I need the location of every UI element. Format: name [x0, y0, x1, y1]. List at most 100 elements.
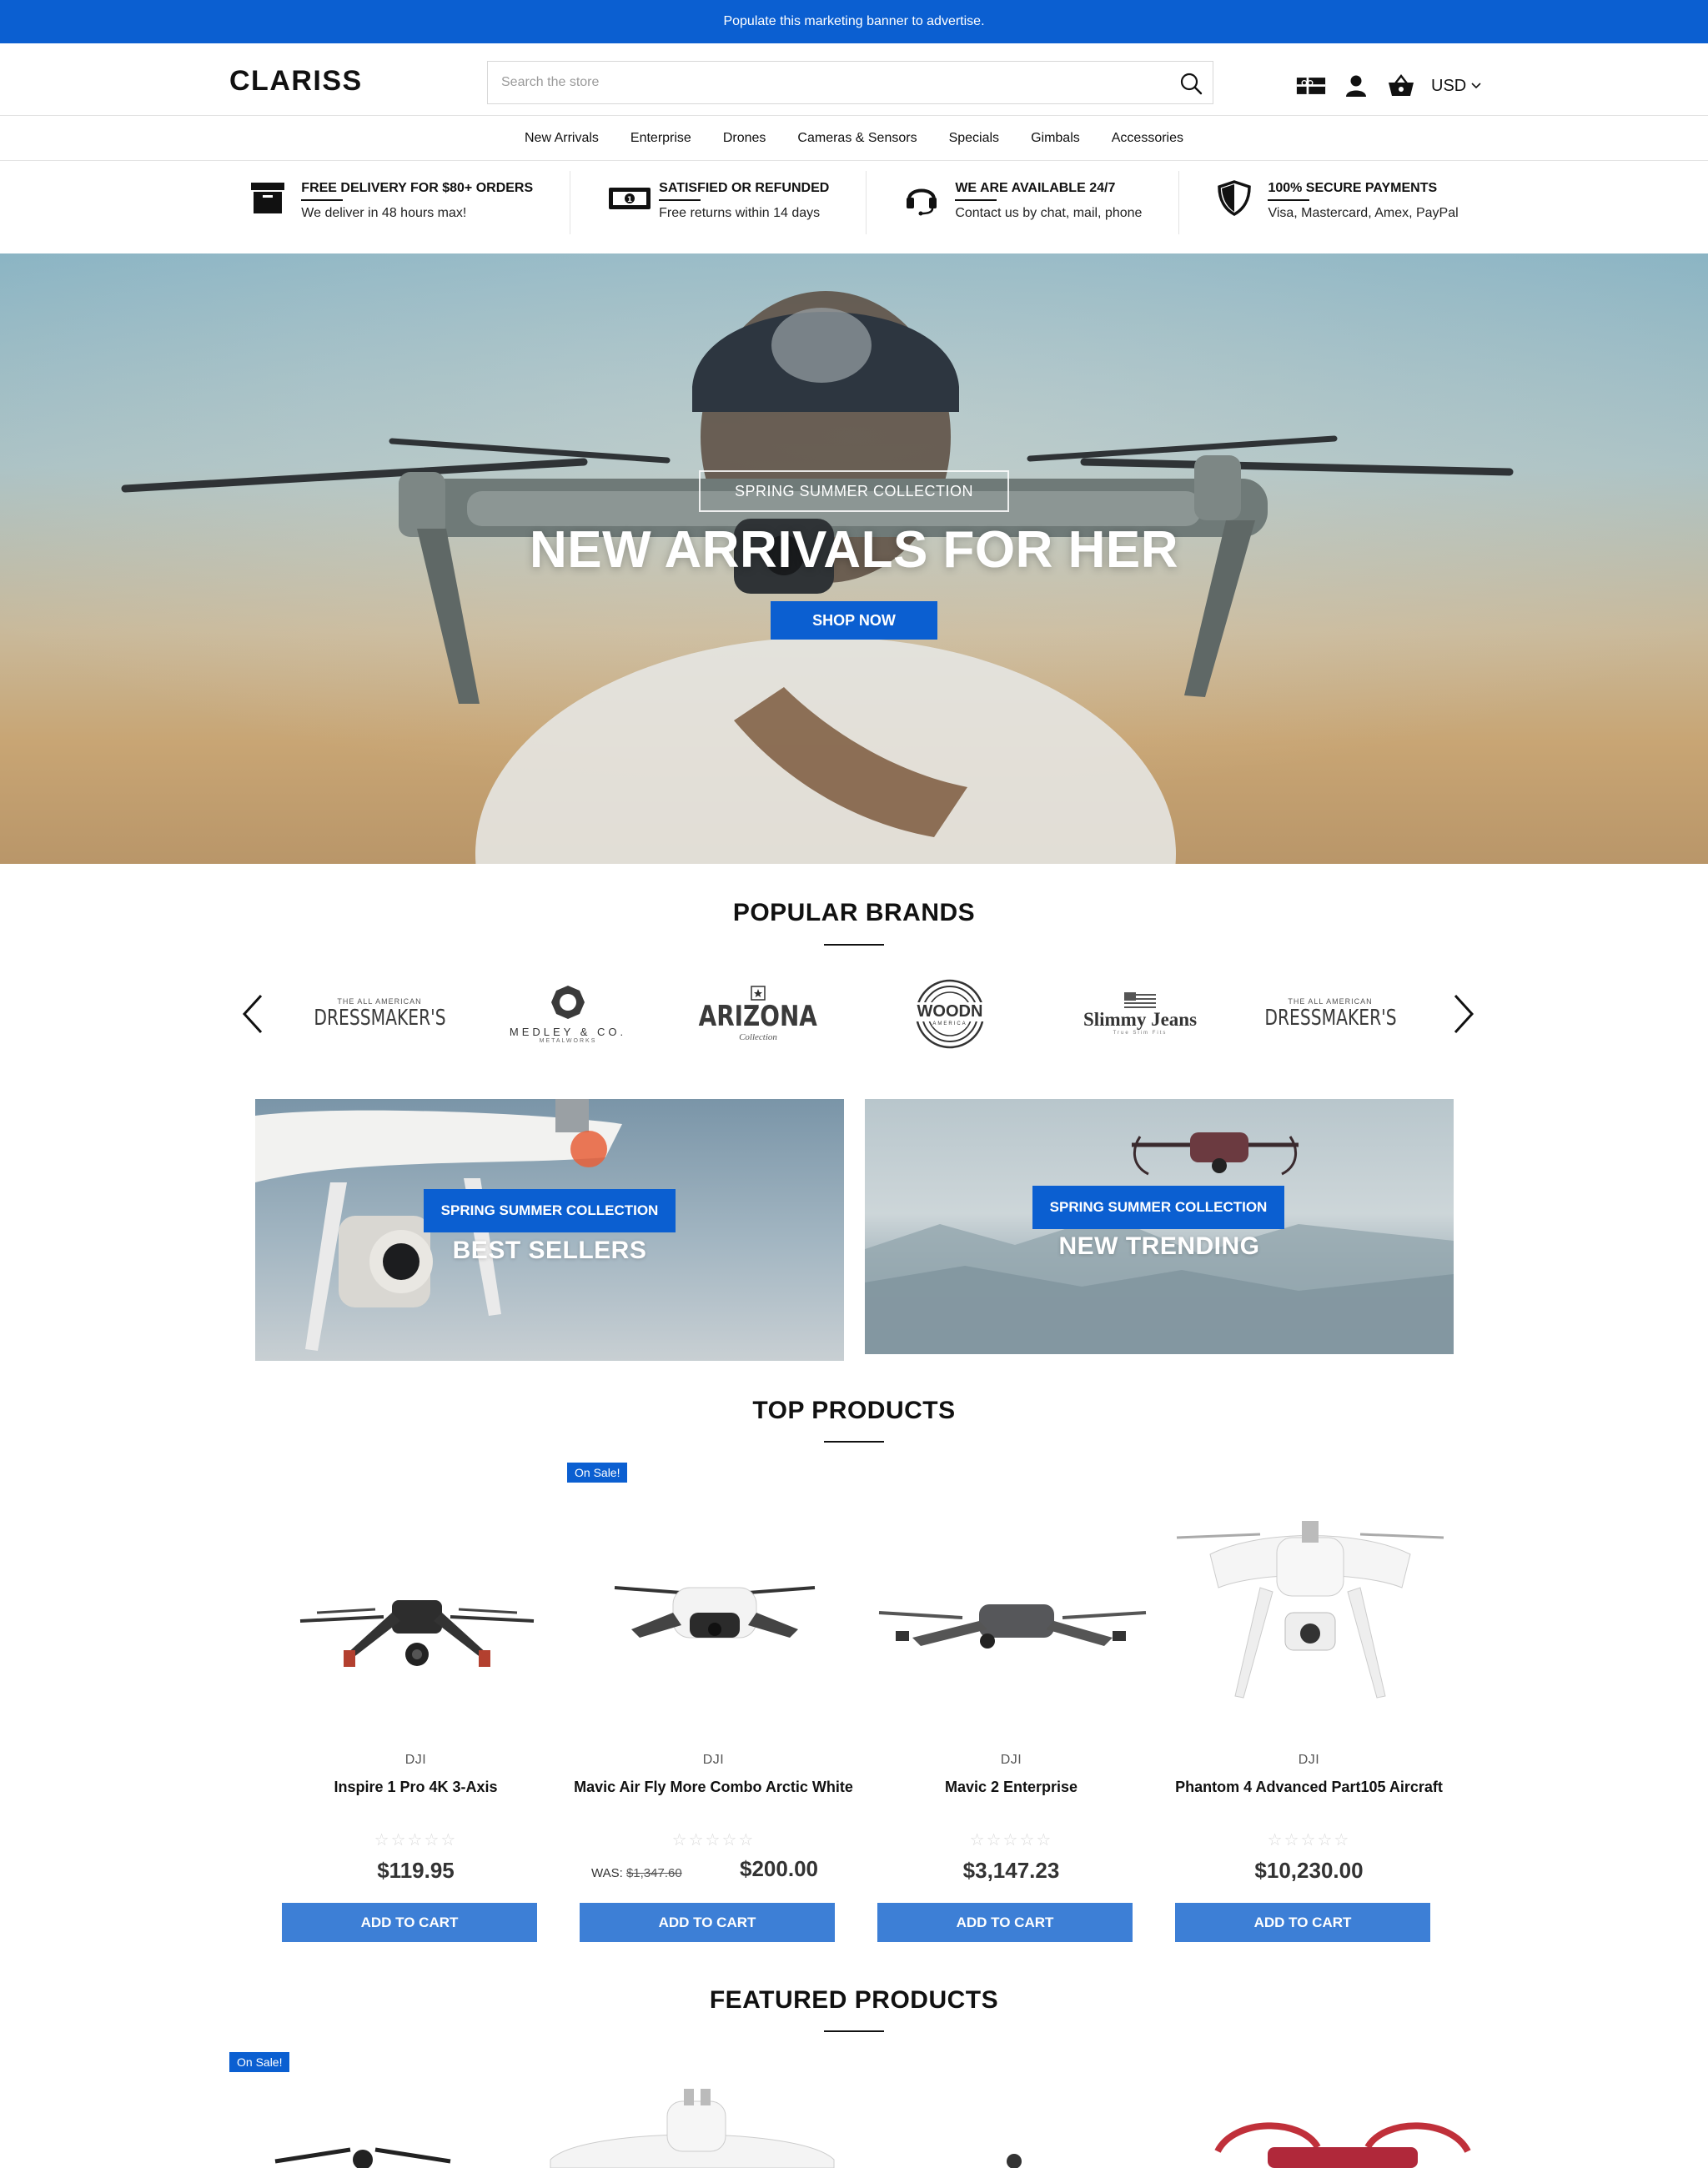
- brand-logo-woodn[interactable]: WOODN AMERICA: [877, 979, 1023, 1049]
- brand-logo-dressmakers-2[interactable]: THE ALL AMERICAN DRESSMAKER'S: [1257, 979, 1404, 1049]
- section-title-underline: [824, 944, 884, 946]
- feature-refund: 1 SATISFIED OR REFUNDED Free returns wit…: [570, 171, 867, 234]
- nav-item-cameras-sensors[interactable]: Cameras & Sensors: [781, 131, 932, 146]
- feature-title: 100% SECURE PAYMENTS: [1268, 181, 1438, 195]
- currency-selector[interactable]: USD: [1431, 77, 1481, 96]
- store-logo[interactable]: CLARISS: [229, 65, 363, 98]
- product-card: DJI Phantom 4 Advanced Part105 Aircraft …: [1160, 1454, 1458, 1955]
- product-card: DJI Mavic 2 Enterprise ☆☆☆☆☆ $3,147.23 A…: [862, 1454, 1160, 1955]
- gift-card-icon[interactable]: [1296, 73, 1326, 98]
- brand-name: DRESSMAKER'S: [313, 1006, 446, 1031]
- brand-sublabel: True Slim Fits: [1113, 1031, 1168, 1036]
- feature-title: WE ARE AVAILABLE 24/7: [955, 181, 1116, 195]
- feature-description: Contact us by chat, mail, phone: [955, 206, 1143, 220]
- nav-item-specials[interactable]: Specials: [933, 131, 1015, 146]
- brands-carousel: THE ALL AMERICAN DRESSMAKER'S MEDLEY & C…: [229, 967, 1479, 1059]
- nav-item-drones[interactable]: Drones: [707, 131, 782, 146]
- feature-description: We deliver in 48 hours max!: [301, 206, 467, 220]
- search-input[interactable]: [488, 62, 1138, 103]
- search-icon[interactable]: [1179, 72, 1203, 95]
- product-price: $200.00: [740, 1856, 818, 1881]
- feature-support: WE ARE AVAILABLE 24/7 Contact us by chat…: [867, 171, 1180, 234]
- banner-title: BEST SELLERS: [452, 1237, 647, 1264]
- brand-logo-medley[interactable]: MEDLEY & CO. METALWORKS: [495, 979, 641, 1049]
- brand-logo-arizona[interactable]: ARIZONA Collection: [685, 979, 831, 1049]
- feature-underline: [1268, 199, 1310, 201]
- product-card: DJI Inspire 1 Pro 4K 3-Axis ☆☆☆☆☆ $119.9…: [267, 1454, 565, 1955]
- search-box: [487, 61, 1213, 104]
- brand-name: DRESSMAKER'S: [1263, 1006, 1397, 1031]
- brand-name: Slimmy Jeans: [1083, 1009, 1198, 1030]
- feature-title: FREE DELIVERY FOR $80+ ORDERS: [301, 181, 534, 195]
- brand-name: MEDLEY & CO.: [509, 1026, 627, 1038]
- add-to-cart-button[interactable]: ADD TO CART: [877, 1903, 1133, 1942]
- brand-sublabel: AMERICA: [932, 1021, 967, 1026]
- product-name[interactable]: Inspire 1 Pro 4K 3-Axis: [275, 1776, 556, 1799]
- svg-text:1: 1: [627, 196, 632, 204]
- brand-logo-slimmy[interactable]: Slimmy Jeans True Slim Fits: [1067, 979, 1213, 1049]
- product-name[interactable]: Mavic 2 Enterprise: [871, 1776, 1152, 1799]
- on-sale-badge: On Sale!: [567, 1463, 628, 1483]
- currency-label: USD: [1431, 76, 1467, 95]
- featured-products-images: [274, 2089, 1471, 2168]
- hero-title: NEW ARRIVALS FOR HER: [529, 521, 1179, 579]
- user-icon[interactable]: [1341, 73, 1371, 98]
- product-brand: DJI: [1000, 1753, 1022, 1767]
- promo-banner: Populate this marketing banner to advert…: [0, 0, 1708, 43]
- add-to-cart-button[interactable]: ADD TO CART: [580, 1903, 835, 1942]
- product-name[interactable]: Mavic Air Fly More Combo Arctic White: [573, 1776, 854, 1799]
- banner-collection-tag: SPRING SUMMER COLLECTION: [424, 1189, 676, 1232]
- product-price: $10,230.00: [1254, 1858, 1364, 1883]
- add-to-cart-button[interactable]: ADD TO CART: [282, 1903, 537, 1942]
- banner-title: NEW TRENDING: [1058, 1232, 1260, 1260]
- banner-best-sellers[interactable]: SPRING SUMMER COLLECTION BEST SELLERS: [255, 1099, 844, 1361]
- hero-slideshow: SPRING SUMMER COLLECTION NEW ARRIVALS FO…: [0, 253, 1708, 864]
- was-price: WAS: $1,347.60: [591, 1866, 682, 1880]
- nav-item-enterprise[interactable]: Enterprise: [615, 131, 707, 146]
- top-products-title: TOP PRODUCTS: [752, 1397, 956, 1424]
- product-brand: DJI: [1298, 1753, 1320, 1767]
- product-price: $3,147.23: [962, 1858, 1060, 1883]
- promo-banner-text: Populate this marketing banner to advert…: [723, 14, 985, 28]
- gear-icon: [551, 986, 585, 1019]
- product-name[interactable]: Phantom 4 Advanced Part105 Aircraft: [1168, 1776, 1449, 1799]
- shield-icon: [1216, 179, 1256, 219]
- rating-stars: ☆☆☆☆☆: [671, 1831, 756, 1849]
- rating-stars: ☆☆☆☆☆: [1267, 1831, 1351, 1849]
- site-header: CLARISS USD: [0, 43, 1708, 116]
- feature-description: Free returns within 14 days: [659, 206, 821, 220]
- brand-logo-dressmakers[interactable]: THE ALL AMERICAN DRESSMAKER'S: [306, 979, 453, 1049]
- product-image[interactable]: [1160, 1488, 1458, 1738]
- headset-icon: [903, 179, 943, 219]
- feature-underline: [301, 199, 344, 201]
- feature-description: Visa, Mastercard, Amex, PayPal: [1268, 206, 1459, 220]
- brand-name: ARIZONA: [698, 1000, 818, 1033]
- popular-brands-title: POPULAR BRANDS: [732, 899, 976, 926]
- main-navigation: New Arrivals Enterprise Drones Cameras &…: [0, 116, 1708, 161]
- nav-item-new-arrivals[interactable]: New Arrivals: [509, 131, 615, 146]
- feature-underline: [955, 199, 997, 201]
- product-card: On Sale! DJI Mavic Air Fly More Combo Ar…: [565, 1454, 862, 1955]
- top-products-grid: DJI Inspire 1 Pro 4K 3-Axis ☆☆☆☆☆ $119.9…: [267, 1454, 1468, 1955]
- brand-sublabel: THE ALL AMERICAN: [1288, 997, 1373, 1006]
- product-brand: DJI: [702, 1753, 725, 1767]
- product-price: $119.95: [377, 1858, 455, 1883]
- nav-item-accessories[interactable]: Accessories: [1096, 131, 1199, 146]
- chevron-left-icon[interactable]: [236, 992, 269, 1036]
- banner-new-trending[interactable]: SPRING SUMMER COLLECTION NEW TRENDING: [865, 1099, 1454, 1354]
- add-to-cart-button[interactable]: ADD TO CART: [1175, 1903, 1430, 1942]
- feature-secure-payments: 100% SECURE PAYMENTS Visa, Mastercard, A…: [1179, 171, 1494, 234]
- basket-icon[interactable]: [1386, 73, 1416, 98]
- chevron-right-icon[interactable]: [1447, 992, 1480, 1036]
- hero-collection-tag: SPRING SUMMER COLLECTION: [699, 470, 1009, 512]
- product-image[interactable]: [565, 1488, 862, 1738]
- brand-sublabel: Collection: [739, 1032, 777, 1042]
- header-actions: USD: [1296, 69, 1481, 103]
- featured-products-title: FEATURED PRODUCTS: [709, 1986, 999, 2014]
- nav-item-gimbals[interactable]: Gimbals: [1015, 131, 1096, 146]
- section-title-underline: [824, 1441, 884, 1443]
- brand-name: WOODN: [913, 1001, 987, 1021]
- shop-now-button[interactable]: SHOP NOW: [771, 601, 937, 640]
- product-image[interactable]: [267, 1488, 565, 1738]
- product-image[interactable]: [862, 1488, 1160, 1738]
